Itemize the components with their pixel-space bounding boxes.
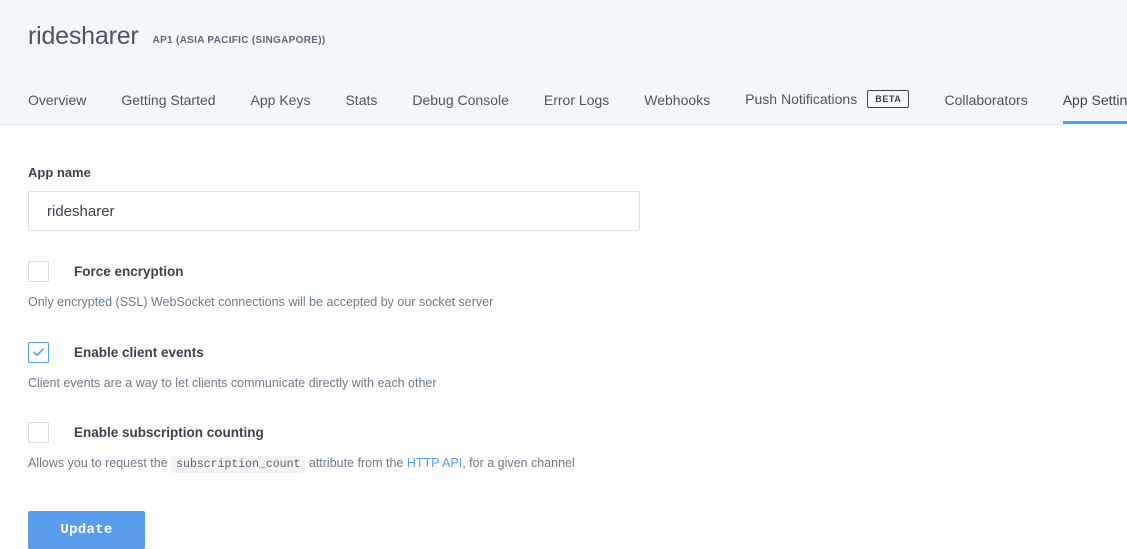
tab-app-settings[interactable]: App Settings bbox=[1062, 92, 1127, 124]
force-encryption-label[interactable]: Force encryption bbox=[74, 264, 184, 279]
description-text-before: Allows you to request the bbox=[28, 456, 168, 470]
force-encryption-description: Only encrypted (SSL) WebSocket connectio… bbox=[28, 295, 494, 309]
enable-subscription-counting-checkbox[interactable] bbox=[28, 422, 49, 443]
form-actions: Update bbox=[28, 511, 1099, 549]
app-settings-form: App name Force encryption Only encrypted… bbox=[0, 125, 1127, 549]
force-encryption-checkbox[interactable] bbox=[28, 261, 49, 282]
page-header: ridesharer AP1 (ASIA PACIFIC (SINGAPORE)… bbox=[0, 0, 1127, 125]
option-force-encryption: Force encryption Only encrypted (SSL) We… bbox=[28, 261, 1099, 312]
tab-label: Stats bbox=[345, 92, 378, 108]
app-region-label: AP1 (ASIA PACIFIC (SINGAPORE)) bbox=[152, 34, 326, 46]
tab-label: Push Notifications bbox=[745, 91, 858, 107]
enable-client-events-label[interactable]: Enable client events bbox=[74, 345, 204, 360]
enable-client-events-checkbox[interactable] bbox=[28, 341, 49, 363]
tab-overview[interactable]: Overview bbox=[28, 92, 86, 124]
description-text-tail: , for a given channel bbox=[462, 456, 575, 470]
option-enable-subscription-counting: Enable subscription counting Allows you … bbox=[28, 422, 1099, 473]
main-nav: Overview Getting Started App Keys Stats … bbox=[0, 72, 1127, 124]
tab-webhooks[interactable]: Webhooks bbox=[644, 92, 710, 124]
enable-subscription-counting-description: Allows you to request the subscription_c… bbox=[28, 455, 1099, 473]
tab-label: App Settings bbox=[1062, 92, 1127, 108]
tab-label: Debug Console bbox=[412, 92, 509, 108]
enable-subscription-counting-label[interactable]: Enable subscription counting bbox=[74, 425, 264, 440]
tab-label: Error Logs bbox=[543, 92, 610, 108]
http-api-link[interactable]: HTTP API bbox=[407, 456, 462, 470]
checkbox-row: Enable client events bbox=[28, 341, 1099, 363]
tab-label: Overview bbox=[28, 92, 87, 108]
tab-collaborators[interactable]: Collaborators bbox=[944, 92, 1027, 124]
tab-app-keys[interactable]: App Keys bbox=[251, 92, 311, 124]
update-button[interactable]: Update bbox=[28, 511, 145, 549]
tab-label: Getting Started bbox=[121, 92, 216, 108]
subscription-count-code: subscription_count bbox=[171, 456, 306, 473]
option-enable-client-events: Enable client events Client events are a… bbox=[28, 341, 1099, 393]
tab-stats[interactable]: Stats bbox=[345, 92, 377, 124]
beta-badge: BETA bbox=[867, 90, 910, 108]
tab-label: Webhooks bbox=[644, 92, 711, 108]
tab-getting-started[interactable]: Getting Started bbox=[121, 92, 215, 124]
tab-push-notifications[interactable]: Push Notifications BETA bbox=[745, 90, 910, 124]
enable-client-events-description: Client events are a way to let clients c… bbox=[28, 375, 437, 390]
checkbox-row: Enable subscription counting bbox=[28, 422, 1099, 443]
tab-label: App Keys bbox=[250, 92, 311, 108]
app-name-field-group: App name bbox=[28, 165, 1099, 231]
description-text-after: attribute from the bbox=[308, 456, 404, 470]
app-name-input[interactable] bbox=[28, 191, 640, 231]
app-title: ridesharer bbox=[28, 21, 139, 50]
tab-error-logs[interactable]: Error Logs bbox=[544, 92, 609, 124]
check-icon bbox=[33, 347, 44, 356]
app-name-label: App name bbox=[28, 165, 91, 180]
tab-label: Collaborators bbox=[944, 92, 1028, 108]
checkbox-row: Force encryption bbox=[28, 261, 1099, 282]
brand-row: ridesharer AP1 (ASIA PACIFIC (SINGAPORE)… bbox=[0, 0, 1127, 72]
tab-debug-console[interactable]: Debug Console bbox=[412, 92, 509, 124]
